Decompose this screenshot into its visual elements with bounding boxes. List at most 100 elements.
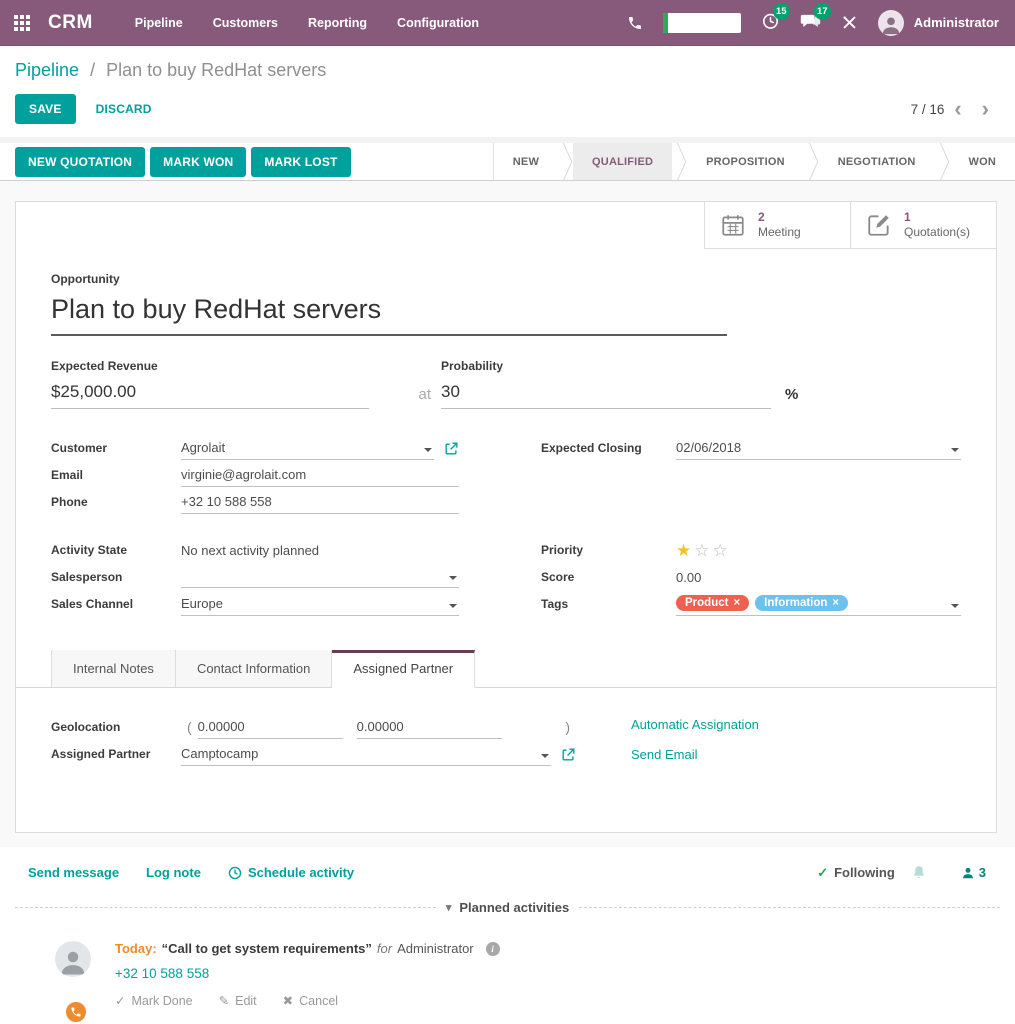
messages-badge: 17 — [814, 3, 831, 20]
stage-new[interactable]: NEW — [494, 143, 558, 180]
menu-customers[interactable]: Customers — [213, 16, 278, 30]
stage-arrow — [672, 143, 687, 180]
check-icon: ✓ — [115, 993, 125, 1008]
tab-contact-information[interactable]: Contact Information — [176, 650, 332, 687]
probability-input[interactable]: 30 — [441, 376, 771, 409]
cancel-activity-button[interactable]: ✖Cancel — [283, 993, 338, 1008]
app-name[interactable]: CRM — [48, 12, 93, 34]
tag-remove-icon[interactable]: × — [733, 597, 740, 609]
stage-qualified[interactable]: QUALIFIED — [573, 143, 672, 180]
messages-systray[interactable]: 17 — [800, 11, 821, 35]
stage-negotiation[interactable]: NEGOTIATION — [819, 143, 935, 180]
expected-closing-label: Expected Closing — [541, 441, 676, 455]
following-toggle[interactable]: ✓ Following — [817, 865, 895, 881]
debug-tools-icon[interactable] — [841, 14, 858, 31]
activity-avatar[interactable] — [55, 941, 91, 977]
pager-next-icon[interactable]: › — [972, 98, 999, 120]
followers-button[interactable]: 3 — [961, 865, 986, 880]
priority-star[interactable]: ☆ — [694, 541, 712, 560]
planned-activities-toggle[interactable]: ▾ Planned activities — [446, 900, 569, 915]
info-icon[interactable]: i — [486, 942, 500, 956]
edit-pencil-icon: ✎ — [219, 993, 229, 1008]
assigned-partner-field[interactable]: Camptocamp — [181, 743, 551, 766]
mark-lost-button[interactable]: MARK LOST — [251, 147, 350, 177]
voip-phone-icon[interactable] — [627, 15, 643, 31]
edit-activity-button[interactable]: ✎Edit — [219, 993, 257, 1008]
avatar-silhouette-icon — [880, 14, 902, 36]
pager-value: 7 / 16 — [911, 102, 945, 117]
quotations-stat-button[interactable]: 1 Quotation(s) — [850, 202, 996, 249]
menu-pipeline[interactable]: Pipeline — [135, 16, 183, 30]
tab-internal-notes[interactable]: Internal Notes — [51, 650, 176, 687]
breadcrumb-pipeline-link[interactable]: Pipeline — [15, 60, 79, 80]
tag-information[interactable]: Information× — [755, 595, 848, 611]
dropdown-caret-icon[interactable] — [951, 604, 959, 608]
stage-proposition[interactable]: PROPOSITION — [687, 143, 804, 180]
activity-state-value: No next activity planned — [181, 543, 319, 558]
menu-reporting[interactable]: Reporting — [308, 16, 367, 30]
automatic-assignation-link[interactable]: Automatic Assignation — [631, 717, 759, 732]
log-note-button[interactable]: Log note — [146, 865, 201, 880]
followers-count: 3 — [979, 865, 986, 880]
email-label: Email — [51, 468, 181, 482]
expected-closing-field[interactable]: 02/06/2018 — [676, 437, 961, 460]
apps-menu-icon[interactable] — [14, 15, 30, 31]
opportunity-title-input[interactable]: Plan to buy RedHat servers — [51, 289, 727, 336]
sales-channel-field[interactable]: Europe — [181, 593, 459, 616]
breadcrumb-separator: / — [90, 60, 95, 80]
dropdown-caret-icon[interactable] — [951, 448, 959, 452]
activity-state-label: Activity State — [51, 543, 181, 557]
tab-assigned-partner[interactable]: Assigned Partner — [332, 650, 475, 688]
discard-button[interactable]: DISCARD — [96, 102, 152, 116]
timer-progress-fill — [663, 13, 668, 33]
send-message-button[interactable]: Send message — [28, 865, 119, 880]
mark-won-button[interactable]: MARK WON — [150, 147, 246, 177]
opportunity-label: Opportunity — [51, 272, 961, 286]
customer-external-link-icon[interactable] — [444, 441, 459, 456]
longitude-field[interactable]: 0.00000 — [357, 716, 502, 739]
schedule-activity-button[interactable]: Schedule activity — [228, 865, 354, 880]
user-name[interactable]: Administrator — [914, 15, 999, 30]
dropdown-caret-icon[interactable] — [449, 604, 457, 608]
control-panel: Pipeline / Plan to buy RedHat servers SA… — [0, 46, 1015, 137]
meetings-count: 2 — [758, 210, 801, 225]
activity-phone-link[interactable]: +32 10 588 558 — [115, 966, 209, 981]
percent-sign: % — [785, 386, 798, 403]
meetings-stat-button[interactable]: 2 Meeting — [704, 202, 850, 249]
activity-item: Today: “Call to get system requirements”… — [55, 941, 1000, 1008]
mark-done-button[interactable]: ✓Mark Done — [115, 993, 193, 1008]
phone-field[interactable]: +32 10 588 558 — [181, 491, 459, 514]
tag-product[interactable]: Product× — [676, 595, 749, 611]
tag-remove-icon[interactable]: × — [832, 597, 839, 609]
cancel-x-icon: ✖ — [283, 993, 293, 1008]
pager-previous-icon[interactable]: ‹ — [944, 98, 971, 120]
stage-pipeline: NEW QUALIFIED PROPOSITION NEGOTIATION WO… — [493, 143, 1015, 180]
assigned-partner-external-link-icon[interactable] — [561, 747, 576, 762]
user-avatar[interactable] — [878, 10, 904, 36]
dropdown-caret-icon[interactable] — [449, 576, 457, 580]
email-field[interactable]: virginie@agrolait.com — [181, 464, 459, 487]
latitude-field[interactable]: 0.00000 — [198, 716, 343, 739]
tags-field[interactable]: Product× Information× — [676, 592, 961, 616]
stage-arrow — [558, 143, 573, 180]
priority-star[interactable]: ★ — [676, 541, 694, 560]
stage-won[interactable]: WON — [950, 143, 1015, 180]
new-quotation-button[interactable]: NEW QUOTATION — [15, 147, 145, 177]
dropdown-caret-icon[interactable] — [424, 448, 432, 452]
follower-person-icon — [961, 866, 975, 880]
send-email-link[interactable]: Send Email — [631, 747, 759, 762]
menu-configuration[interactable]: Configuration — [397, 16, 479, 30]
customer-field[interactable]: Agrolait — [181, 437, 434, 460]
notebook-tabs: Internal Notes Contact Information Assig… — [16, 650, 996, 688]
priority-star[interactable]: ☆ — [713, 541, 731, 560]
salesperson-field[interactable] — [181, 567, 459, 588]
subscribe-bell-icon[interactable] — [911, 864, 927, 881]
activities-systray[interactable]: 15 — [761, 11, 780, 35]
main-menu: Pipeline Customers Reporting Configurati… — [135, 16, 479, 30]
form-view: 2 Meeting 1 Quotation(s) Opportunity Pla… — [0, 181, 1015, 847]
dropdown-caret-icon[interactable] — [541, 754, 549, 758]
save-button[interactable]: SAVE — [15, 94, 76, 124]
timer-progress-bar[interactable] — [663, 13, 741, 33]
stat-buttons: 2 Meeting 1 Quotation(s) — [704, 202, 996, 249]
expected-revenue-input[interactable]: $25,000.00 — [51, 376, 369, 409]
